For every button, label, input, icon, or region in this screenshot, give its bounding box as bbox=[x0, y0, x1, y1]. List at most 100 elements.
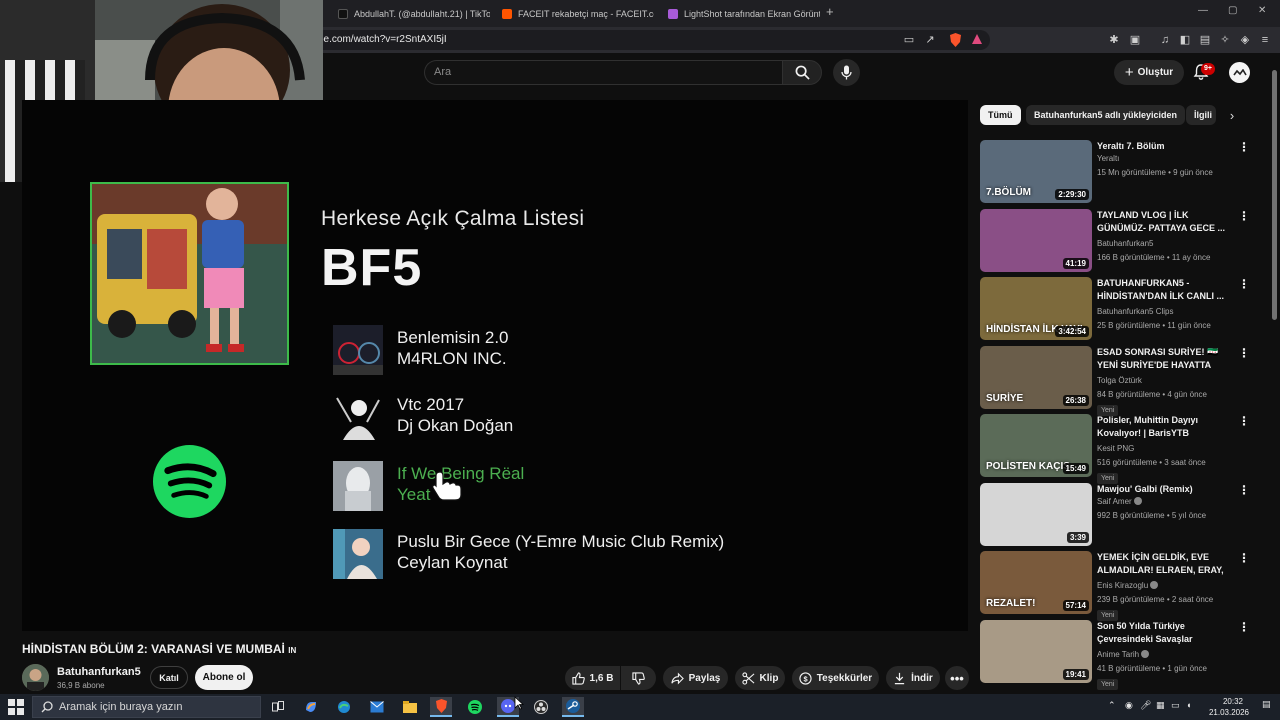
media-icon[interactable]: ♫ bbox=[1158, 33, 1172, 47]
recommendation-title[interactable]: BATUHANFURKAN5 - HİNDİSTAN'DAN İLK CANLI… bbox=[1097, 277, 1231, 303]
recommendation-item[interactable]: REZALET! 57:14 YEMEK İÇİN GELDİK, EVE ALMA… bbox=[980, 551, 1250, 621]
new-tab-button[interactable]: + bbox=[826, 4, 834, 19]
chevron-right-icon[interactable]: › bbox=[1224, 108, 1240, 124]
page-scrollbar[interactable] bbox=[1272, 70, 1277, 320]
sidebar-toggle-icon[interactable]: ▣ bbox=[1128, 33, 1142, 47]
spotify-icon[interactable] bbox=[464, 697, 486, 717]
maximize-icon[interactable]: ▢ bbox=[1228, 5, 1237, 16]
notification-center-icon[interactable]: ▤ bbox=[1262, 699, 1271, 710]
recommendation-item[interactable]: 7.BÖLÜM 2:29:30 Yeraltı 7. Bölüm Yeraltı 15 … bbox=[980, 140, 1250, 204]
recommendation-item[interactable]: 3:39 Mawjou' Galbi (Remix) Saif Amer 992 B … bbox=[980, 482, 1250, 547]
mail-icon[interactable] bbox=[366, 697, 388, 717]
brave-browser-icon[interactable] bbox=[430, 697, 452, 717]
tray-volume-icon[interactable]: ◖ bbox=[1186, 700, 1191, 710]
more-vertical-icon[interactable]: ⋮ bbox=[1238, 346, 1250, 360]
more-vertical-icon[interactable]: ⋮ bbox=[1238, 414, 1250, 428]
obs-icon[interactable] bbox=[530, 697, 552, 717]
create-button[interactable]: + Oluştur bbox=[1114, 60, 1184, 85]
tray-network-icon[interactable]: ▦ bbox=[1156, 700, 1165, 711]
tray-app-icon[interactable]: ◉ bbox=[1125, 700, 1133, 711]
recommendation-channel[interactable]: Saif Amer bbox=[1097, 496, 1142, 506]
brave-shield-icon[interactable] bbox=[948, 33, 962, 47]
recommendation-thumbnail[interactable]: REZALET! 57:14 bbox=[980, 551, 1092, 614]
cast-icon[interactable]: ▭ bbox=[902, 33, 916, 47]
wallet-icon[interactable]: ▤ bbox=[1198, 33, 1212, 47]
account-avatar[interactable] bbox=[1229, 62, 1250, 83]
panel-icon[interactable]: ◧ bbox=[1178, 33, 1192, 47]
tray-display-icon[interactable]: ▭ bbox=[1171, 700, 1180, 711]
more-vertical-icon[interactable]: ⋮ bbox=[1238, 483, 1250, 497]
subscribe-button[interactable]: Abone ol bbox=[195, 665, 253, 690]
more-vertical-icon[interactable]: ⋮ bbox=[1238, 551, 1250, 565]
more-vertical-icon[interactable]: ⋮ bbox=[1238, 209, 1250, 223]
brave-rewards-icon[interactable] bbox=[970, 33, 984, 47]
url-text[interactable]: be.com/watch?v=r2SntAXI5jI bbox=[318, 34, 447, 45]
more-vertical-icon[interactable]: ⋮ bbox=[1238, 620, 1250, 634]
chip-uploader[interactable]: Batuhanfurkan5 adlı yükleyiciden bbox=[1026, 105, 1186, 125]
windows-start-icon[interactable] bbox=[8, 699, 24, 715]
tray-mic-icon[interactable]: 🎤︎ bbox=[1140, 700, 1151, 711]
search-input[interactable] bbox=[434, 63, 764, 81]
leo-icon[interactable]: ✧ bbox=[1218, 33, 1232, 47]
recommendation-thumbnail[interactable]: 7.BÖLÜM 2:29:30 bbox=[980, 140, 1092, 203]
channel-avatar[interactable] bbox=[22, 664, 49, 691]
clip-button[interactable]: Klip bbox=[735, 666, 785, 690]
join-button[interactable]: Katıl bbox=[150, 666, 188, 689]
tray-chevron-up-icon[interactable]: ⌃ bbox=[1108, 700, 1116, 711]
copilot-icon[interactable] bbox=[300, 697, 322, 717]
recommendation-thumbnail[interactable]: HİNDİSTAN İLK YAYI 3:42:54 bbox=[980, 277, 1092, 340]
recommendation-thumbnail[interactable]: SURİYE 26:38 bbox=[980, 345, 1092, 409]
extensions-icon[interactable]: ✱ bbox=[1107, 33, 1121, 47]
share-page-icon[interactable]: ↗ bbox=[923, 33, 937, 47]
recommendation-title[interactable]: YEMEK İÇİN GELDİK, EVE ALMADILAR! ELRAEN… bbox=[1097, 551, 1231, 578]
recommendation-thumbnail[interactable]: 3:39 bbox=[980, 482, 1092, 546]
search-button[interactable] bbox=[782, 60, 822, 85]
more-vertical-icon[interactable]: ⋮ bbox=[1238, 277, 1250, 291]
recommendation-channel[interactable]: Anime Tarih bbox=[1097, 649, 1150, 659]
channel-name[interactable]: Batuhanfurkan5 bbox=[57, 666, 141, 678]
recommendation-title[interactable]: Son 50 Yılda Türkiye Çevresindeki Savaşl… bbox=[1097, 620, 1231, 646]
recommendation-item[interactable]: POLİSTEN KAÇIŞ 15:49 Polisler, Muhittin Da… bbox=[980, 414, 1250, 484]
close-window-icon[interactable]: ✕ bbox=[1258, 5, 1266, 16]
menu-icon[interactable]: ≡ bbox=[1258, 33, 1272, 47]
recommendation-thumbnail[interactable]: 19:41 bbox=[980, 619, 1092, 683]
recommendation-item[interactable]: SURİYE 26:38 ESAD SONRASI SURİYE! 🇸🇾 YENİ … bbox=[980, 345, 1250, 416]
like-button[interactable]: 1,6 B bbox=[565, 666, 620, 690]
taskbar-clock-date[interactable]: 21.03.2026 bbox=[1201, 708, 1257, 717]
tab-tiktok[interactable]: AbdullahT. (@abdullaht.21) | TikTok bbox=[338, 2, 490, 25]
recommendation-title[interactable]: ESAD SONRASI SURİYE! 🇸🇾 YENİ SURİYE'DE H… bbox=[1097, 346, 1231, 373]
recommendation-item[interactable]: 19:41 Son 50 Yılda Türkiye Çevresindeki S… bbox=[980, 619, 1250, 690]
recommendation-title[interactable]: Yeraltı 7. Bölüm bbox=[1097, 140, 1231, 153]
voice-search-button[interactable] bbox=[833, 59, 860, 86]
taskbar-clock-time[interactable]: 20:32 bbox=[1213, 697, 1253, 706]
recommendation-channel[interactable]: Enis Kirazoglu bbox=[1097, 581, 1159, 590]
recommendation-channel[interactable]: Batuhanfurkan5 Clips bbox=[1097, 307, 1174, 316]
thanks-button[interactable]: $ Teşekkürler bbox=[792, 666, 879, 690]
recommendation-item[interactable]: HİNDİSTAN İLK YAYI 3:42:54 BATUHANFURKAN5 … bbox=[980, 277, 1250, 341]
dislike-button[interactable] bbox=[621, 666, 656, 690]
share-button[interactable]: Paylaş bbox=[663, 666, 728, 690]
recommendation-channel[interactable]: Kesit PNG bbox=[1097, 444, 1134, 453]
recommendation-title[interactable]: Polisler, Muhittin Dayıyı Kovalıyor! | B… bbox=[1097, 414, 1231, 440]
steam-icon[interactable] bbox=[562, 697, 584, 717]
tab-faceit[interactable]: FACEIT rekabetçi maç - FACEIT.com bbox=[502, 2, 654, 25]
taskbar-search-box[interactable]: Aramak için buraya yazın bbox=[32, 696, 261, 718]
more-vertical-icon[interactable]: ⋮ bbox=[1238, 140, 1250, 154]
recommendation-thumbnail[interactable]: 41:19 bbox=[980, 208, 1092, 272]
recommendation-channel[interactable]: Batuhanfurkan5 bbox=[1097, 239, 1154, 248]
download-button[interactable]: İndir bbox=[886, 666, 940, 690]
file-explorer-icon[interactable] bbox=[399, 697, 421, 717]
tab-lightshot[interactable]: LightShot tarafından Ekran Görüntüsü bbox=[668, 2, 820, 25]
recommendation-title[interactable]: Mawjou' Galbi (Remix) bbox=[1097, 483, 1231, 496]
task-view-icon[interactable] bbox=[267, 697, 289, 717]
recommendation-channel[interactable]: Yeraltı bbox=[1097, 154, 1119, 163]
vpn-icon[interactable]: ◈ bbox=[1238, 33, 1252, 47]
recommendation-thumbnail[interactable]: POLİSTEN KAÇIŞ 15:49 bbox=[980, 414, 1092, 477]
recommendation-title[interactable]: TAYLAND VLOG | İLK GÜNÜMÜZ- PATTAYA GECE… bbox=[1097, 209, 1231, 235]
edge-icon[interactable] bbox=[333, 697, 355, 717]
minimize-icon[interactable]: — bbox=[1198, 5, 1208, 16]
more-actions-button[interactable]: ••• bbox=[945, 666, 969, 690]
recommendation-item[interactable]: 41:19 TAYLAND VLOG | İLK GÜNÜMÜZ- PATTAYA… bbox=[980, 208, 1250, 273]
recommendation-channel[interactable]: Tolga Öztürk bbox=[1097, 376, 1142, 385]
chip-related[interactable]: İlgili bbox=[1186, 105, 1216, 125]
